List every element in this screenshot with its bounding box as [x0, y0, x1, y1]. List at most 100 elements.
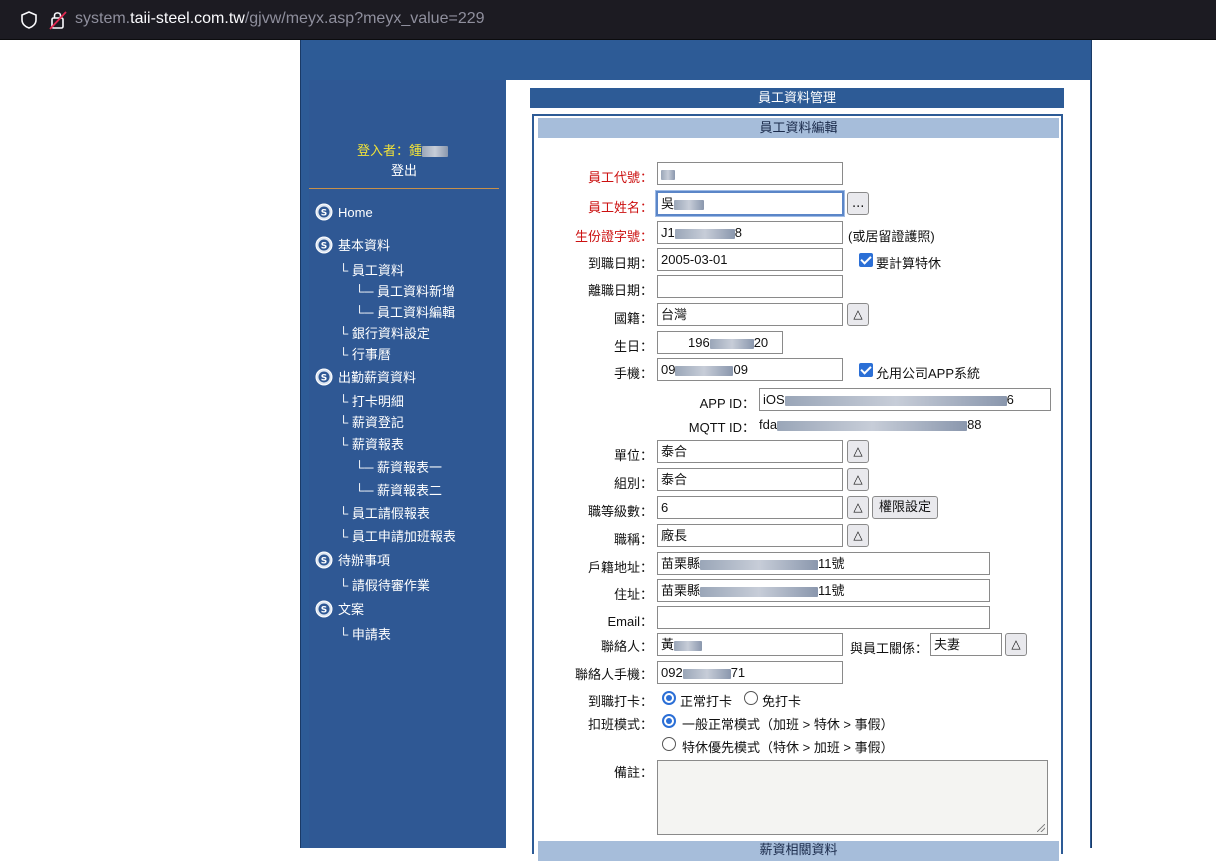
blurred-text	[700, 559, 819, 570]
blurred-name	[422, 146, 449, 158]
grade-label: 職等級數：	[587, 504, 653, 519]
app-id-start: iOS	[763, 392, 785, 407]
menu-documents[interactable]: S 文案	[315, 599, 364, 618]
blurred-text	[675, 365, 734, 376]
nationality-select-button[interactable]: △	[847, 303, 869, 326]
svg-text:S: S	[321, 605, 327, 615]
group-label: 組別：	[613, 476, 653, 491]
emp-lookup-button[interactable]: ...	[847, 192, 869, 215]
svg-text:S: S	[321, 241, 327, 251]
contact-input[interactable]: 黃	[657, 633, 843, 656]
email-input[interactable]	[657, 606, 990, 629]
emp-id-input[interactable]	[657, 162, 843, 185]
menu-overtime-report[interactable]: └ 員工申請加班報表	[339, 526, 456, 545]
logout-link[interactable]: 登出	[391, 160, 417, 179]
deduction-normal-radio[interactable]	[662, 714, 676, 728]
reg-address-input[interactable]: 苗栗縣 11號	[657, 552, 990, 575]
deduction-mode-label: 扣班模式：	[587, 717, 653, 732]
menu-leave-approval[interactable]: └ 請假待審作業	[339, 575, 430, 594]
url-text[interactable]: system.taii-steel.com.tw/gjvw/meyx.asp?m…	[75, 10, 485, 28]
page-title: 員工資料管理	[530, 88, 1064, 108]
s-logo-icon: S	[315, 203, 333, 221]
leave-date-input[interactable]	[657, 275, 843, 298]
menu-basic-data[interactable]: S 基本資料	[315, 235, 390, 254]
unit-label: 單位：	[613, 448, 653, 463]
menu-bank-settings[interactable]: └ 銀行資料設定	[339, 323, 430, 342]
menu-home[interactable]: S Home	[315, 203, 373, 221]
blurred-text	[784, 395, 1007, 406]
menu-employee-data[interactable]: └ 員工資料	[339, 260, 404, 279]
reg-address-start: 苗栗縣	[661, 556, 701, 571]
menu-clock-details[interactable]: └ 打卡明細	[339, 391, 404, 410]
shield-icon[interactable]	[20, 11, 38, 29]
deduction-leave-first-radio[interactable]	[662, 737, 676, 751]
url-prefix: system.	[75, 10, 131, 27]
blurred-text	[661, 169, 675, 180]
svg-text:S: S	[321, 209, 327, 219]
relation-select-button[interactable]: △	[1005, 633, 1027, 656]
birthday-start: 196	[688, 335, 710, 350]
permission-settings-button[interactable]: 權限設定	[872, 496, 938, 519]
nationality-input[interactable]: 台灣	[657, 303, 843, 326]
login-label: 登入者：鍾	[357, 143, 423, 158]
id-number-label: 生份證字號：	[574, 229, 653, 244]
app-id-label: APP ID：	[699, 396, 755, 411]
reg-address-end: 11號	[818, 556, 845, 571]
address-label: 住址：	[613, 587, 653, 602]
special-leave-checkbox[interactable]	[859, 253, 873, 267]
grade-input[interactable]: 6	[657, 496, 843, 519]
lock-icon[interactable]	[49, 10, 67, 30]
remarks-textarea[interactable]	[657, 760, 1048, 835]
job-title-input[interactable]: 廠長	[657, 524, 843, 547]
address-start: 苗栗縣	[661, 583, 701, 598]
nationality-label: 國籍：	[613, 311, 653, 326]
menu-label: 基本資料	[338, 238, 391, 253]
menu-attendance-salary[interactable]: S 出勤薪資資料	[315, 367, 416, 386]
menu-application-form[interactable]: └ 申請表	[339, 624, 391, 643]
birthday-label: 生日：	[613, 339, 653, 354]
svg-text:S: S	[321, 373, 327, 383]
relation-input[interactable]: 夫妻	[930, 633, 1002, 656]
app-access-checkbox[interactable]	[859, 363, 873, 377]
menu-salary-report-2[interactable]: └─ 薪資報表二	[355, 480, 442, 499]
leave-date-label: 離職日期：	[587, 283, 653, 298]
resize-grip-icon[interactable]	[1037, 824, 1045, 832]
unit-select-button[interactable]: △	[847, 440, 869, 463]
menu-leave-report[interactable]: └ 員工請假報表	[339, 503, 430, 522]
mqtt-id-value: fda 88	[759, 417, 982, 432]
birthday-input[interactable]: 196 20	[657, 331, 783, 354]
menu-salary-report[interactable]: └ 薪資報表	[339, 434, 404, 453]
app-access-label: 允用公司APP系統	[876, 366, 981, 381]
salary-section-title: 薪資相關資料	[538, 841, 1059, 861]
id-number-input[interactable]: J1 8	[657, 221, 843, 244]
url-path: /gjvw/meyx.asp?meyx_value=229	[244, 10, 485, 27]
deduction-normal-label: 一般正常模式（加班 > 特休 > 事假）	[682, 717, 894, 732]
group-input[interactable]: 泰合	[657, 468, 843, 491]
divider	[309, 188, 499, 189]
contact-mobile-input[interactable]: 092 71	[657, 661, 843, 684]
app-id-input[interactable]: iOS 6	[759, 388, 1051, 411]
blurred-text	[682, 668, 731, 679]
clock-normal-radio[interactable]	[662, 691, 676, 705]
mobile-input[interactable]: 09 09	[657, 358, 843, 381]
unit-input[interactable]: 泰合	[657, 440, 843, 463]
clock-exempt-radio[interactable]	[744, 691, 758, 705]
mobile-start: 09	[661, 362, 676, 377]
menu-salary-report-1[interactable]: └─ 薪資報表一	[355, 457, 442, 476]
contact-mobile-start: 092	[661, 665, 683, 680]
mqtt-start: fda	[759, 417, 778, 432]
hire-date-input[interactable]: 2005-03-01	[657, 248, 843, 271]
grade-select-button[interactable]: △	[847, 496, 869, 519]
menu-salary-register[interactable]: └ 薪資登記	[339, 412, 404, 431]
menu-calendar[interactable]: └ 行事曆	[339, 344, 391, 363]
menu-employee-edit[interactable]: └─ 員工資料編輯	[355, 302, 455, 321]
blurred-text	[700, 586, 819, 597]
group-select-button[interactable]: △	[847, 468, 869, 491]
menu-employee-add[interactable]: └─ 員工資料新增	[355, 281, 455, 300]
menu-todo[interactable]: S 待辦事項	[315, 550, 390, 569]
address-input[interactable]: 苗栗縣 11號	[657, 579, 990, 602]
url-domain: taii-steel.com.tw	[130, 10, 245, 27]
id-number-note: (或居留證護照)	[848, 229, 935, 244]
job-title-select-button[interactable]: △	[847, 524, 869, 547]
emp-name-input[interactable]: 吳	[655, 190, 845, 217]
